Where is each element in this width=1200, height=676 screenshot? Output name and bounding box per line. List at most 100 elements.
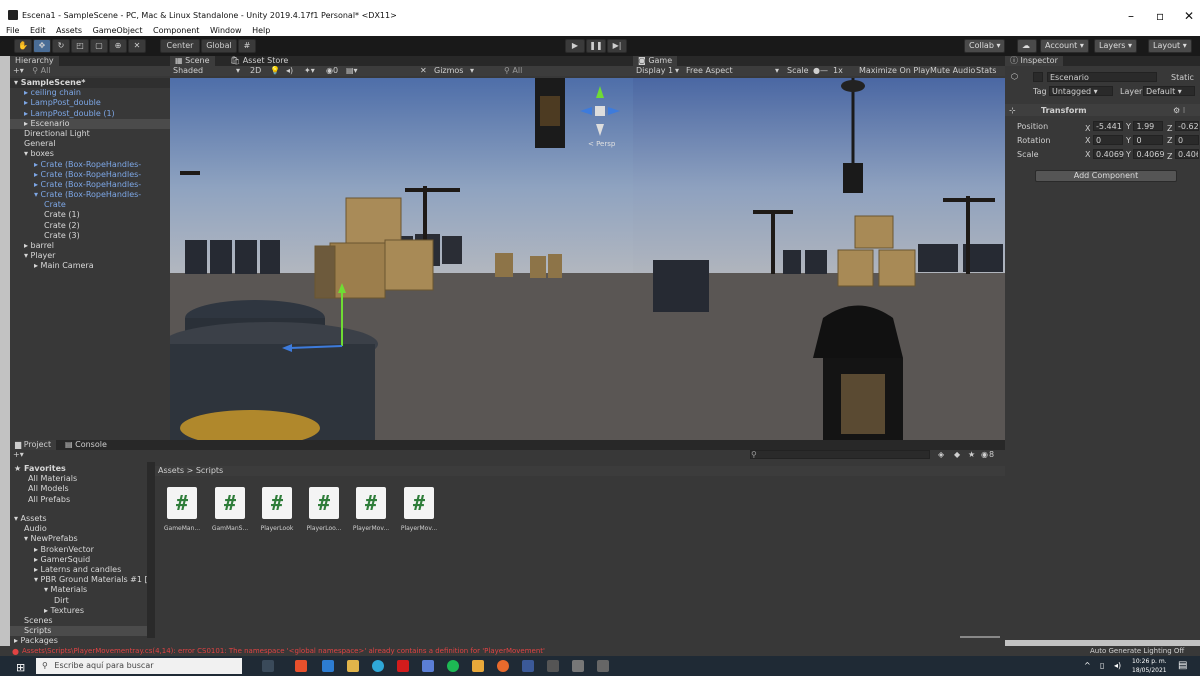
script-icon[interactable]: # — [167, 487, 197, 519]
close-button[interactable]: ✕ — [1184, 9, 1194, 23]
vs-code-icon[interactable] — [422, 660, 434, 672]
hierarchy-item[interactable]: ▸ ceiling chain — [10, 88, 170, 98]
menu-window[interactable]: Window — [210, 26, 242, 35]
assets-tree-item[interactable]: Audio — [10, 524, 150, 534]
menu-assets[interactable]: Assets — [56, 26, 82, 35]
scene-viewport[interactable]: < Persp — [170, 78, 633, 440]
mute-audio-toggle[interactable]: Mute Audio — [930, 66, 975, 76]
scale-x-field[interactable]: X 0.4069 — [1085, 149, 1124, 159]
favorite-star-icon[interactable]: ★ — [968, 450, 975, 460]
hierarchy-item[interactable]: ▾ Crate (Box-RopeHandles- — [10, 190, 170, 200]
hierarchy-item[interactable]: ▾ Player — [10, 251, 170, 261]
status-bar[interactable]: ● Assets\Scripts\PlayerMovementray.cs(4,… — [0, 646, 1200, 656]
shading-mode-dropdown[interactable]: Shaded — [173, 66, 203, 76]
network-icon[interactable]: ▯ — [1100, 661, 1104, 670]
play-button[interactable]: ▶ — [565, 39, 585, 53]
assets-tree-item[interactable]: ▾ NewPrefabs — [10, 534, 150, 544]
assets-tree-item[interactable]: ▸ Laterns and candles — [10, 565, 150, 575]
hierarchy-item[interactable]: Directional Light — [10, 129, 170, 139]
menu-component[interactable]: Component — [153, 26, 199, 35]
rotation-x-field[interactable]: X 0 — [1085, 135, 1124, 145]
menu-file[interactable]: File — [6, 26, 19, 35]
transform-header[interactable]: ⊹ Transform ⚙ ⁝ — [1005, 104, 1200, 116]
unity-editor-icon[interactable] — [572, 660, 584, 672]
hierarchy-item[interactable]: ▸ Crate (Box-RopeHandles- — [10, 170, 170, 180]
tab-scene[interactable]: ▦ Scene — [170, 56, 215, 66]
tab-console[interactable]: ▤ Console — [60, 440, 112, 450]
gizmos-dropdown[interactable]: Gizmos — [434, 66, 463, 76]
rotate-tool-icon[interactable]: ↻ — [52, 39, 70, 53]
collab-dropdown[interactable]: Collab ▾ — [964, 39, 1006, 53]
clock-date[interactable]: 18/05/2021 — [1132, 667, 1167, 674]
hierarchy-item[interactable]: ▾ SampleScene* — [10, 78, 170, 89]
add-component-button[interactable]: Add Component — [1035, 170, 1177, 182]
audio-toggle-icon[interactable]: ◂) — [286, 66, 293, 76]
assets-tree-item[interactable]: ▸ GamerSquid — [10, 555, 150, 565]
scale-y-field[interactable]: Y 0.4069 — [1126, 149, 1164, 159]
hand-tool-icon[interactable]: ✋ — [14, 39, 32, 53]
unity-hub-icon[interactable] — [547, 660, 559, 672]
favorites-item[interactable]: All Materials — [10, 474, 150, 484]
folder-icon[interactable] — [472, 660, 484, 672]
static-toggle[interactable]: Static — [1171, 73, 1194, 82]
favorites-item[interactable]: All Models — [10, 484, 150, 494]
hierarchy-item[interactable]: ▸ LampPost_double — [10, 98, 170, 108]
camera-settings-icon[interactable]: ▤▾ — [346, 66, 358, 76]
aspect-dropdown[interactable]: Free Aspect — [686, 66, 733, 76]
hierarchy-item[interactable]: Crate (2) — [10, 221, 170, 231]
stats-toggle[interactable]: Stats — [976, 66, 996, 76]
assets-tree-item[interactable]: Scenes — [10, 616, 150, 626]
tab-project[interactable]: ▆ Project — [10, 440, 57, 450]
position-y-field[interactable]: Y 1.99 — [1126, 121, 1164, 131]
error-message[interactable]: Assets\Scripts\PlayerMovementray.cs(4,14… — [22, 647, 802, 655]
hierarchy-item[interactable]: Crate (3) — [10, 231, 170, 241]
tab-asset-store[interactable]: 🛍 Asset Store — [225, 56, 293, 66]
app-icon[interactable] — [597, 660, 609, 672]
lighting-status[interactable]: Auto Generate Lighting Off — [1090, 647, 1184, 655]
step-button[interactable]: ▶| — [607, 39, 627, 53]
hierarchy-item[interactable]: Crate — [10, 200, 170, 210]
move-tool-icon[interactable]: ✥ — [33, 39, 51, 53]
game-viewport[interactable] — [633, 78, 1005, 440]
project-scrollbar[interactable] — [147, 462, 155, 638]
hierarchy-item[interactable]: ▸ Escenario — [10, 118, 170, 129]
rect-tool-icon[interactable]: ▢ — [90, 39, 108, 53]
task-view-icon[interactable] — [262, 660, 274, 672]
tray-chevron-icon[interactable]: ^ — [1084, 661, 1091, 670]
volume-icon[interactable]: ◂) — [1114, 661, 1121, 670]
pivot-center-button[interactable]: Center — [160, 39, 200, 53]
filter-label-icon[interactable]: ◆ — [954, 450, 960, 460]
windows-start-icon[interactable]: ⊞ — [16, 661, 25, 674]
assets-tree-item[interactable]: Scripts — [10, 626, 150, 637]
hierarchy-item[interactable]: ▸ barrel — [10, 241, 170, 251]
assets-tree-item[interactable]: ▾ PBR Ground Materials #1 [D — [10, 575, 150, 585]
netflix-icon[interactable] — [397, 660, 409, 672]
menu-help[interactable]: Help — [252, 26, 270, 35]
hierarchy-item[interactable]: ▸ Crate (Box-RopeHandles- — [10, 160, 170, 170]
project-create-icon[interactable]: +▾ — [13, 450, 24, 460]
project-search-input[interactable]: ⚲ — [750, 450, 930, 459]
clock-time[interactable]: 10:26 p. m. — [1132, 658, 1167, 665]
script-icon[interactable]: # — [215, 487, 245, 519]
firefox-icon[interactable] — [497, 660, 509, 672]
custom-tool-icon[interactable]: ✕ — [128, 39, 146, 53]
script-icon[interactable]: # — [309, 487, 339, 519]
notification-icon[interactable]: ▤ — [1178, 660, 1187, 671]
gizmos-arrow-icon[interactable]: ▾ — [470, 66, 474, 76]
dropdown-arrow-icon[interactable]: ▾ — [236, 66, 240, 76]
hierarchy-search-input[interactable]: ⚲ All — [32, 66, 50, 75]
pivot-global-button[interactable]: Global — [201, 39, 237, 53]
app-icon[interactable] — [522, 660, 534, 672]
maximize-on-play-toggle[interactable]: Maximize On Play — [859, 66, 930, 76]
assets-tree-item[interactable]: ▸ Packages — [10, 636, 150, 646]
hierarchy-item[interactable]: ▸ Main Camera — [10, 261, 170, 271]
tag-dropdown[interactable]: Untagged ▾ — [1049, 86, 1113, 96]
filter-type-icon[interactable]: ◈ — [938, 450, 944, 460]
assets-tree-item[interactable]: ▾ Materials — [10, 585, 150, 595]
favorites-item[interactable]: All Prefabs — [10, 495, 150, 505]
taskbar-search-box[interactable]: ⚲ Escribe aquí para buscar — [36, 658, 242, 674]
assets-tree-item[interactable]: Dirt — [10, 596, 150, 606]
tab-game[interactable]: ◙ Game — [633, 56, 678, 66]
cloud-icon[interactable]: ☁ — [1017, 39, 1037, 53]
hidden-objects-icon[interactable]: ◉0 — [326, 66, 338, 76]
